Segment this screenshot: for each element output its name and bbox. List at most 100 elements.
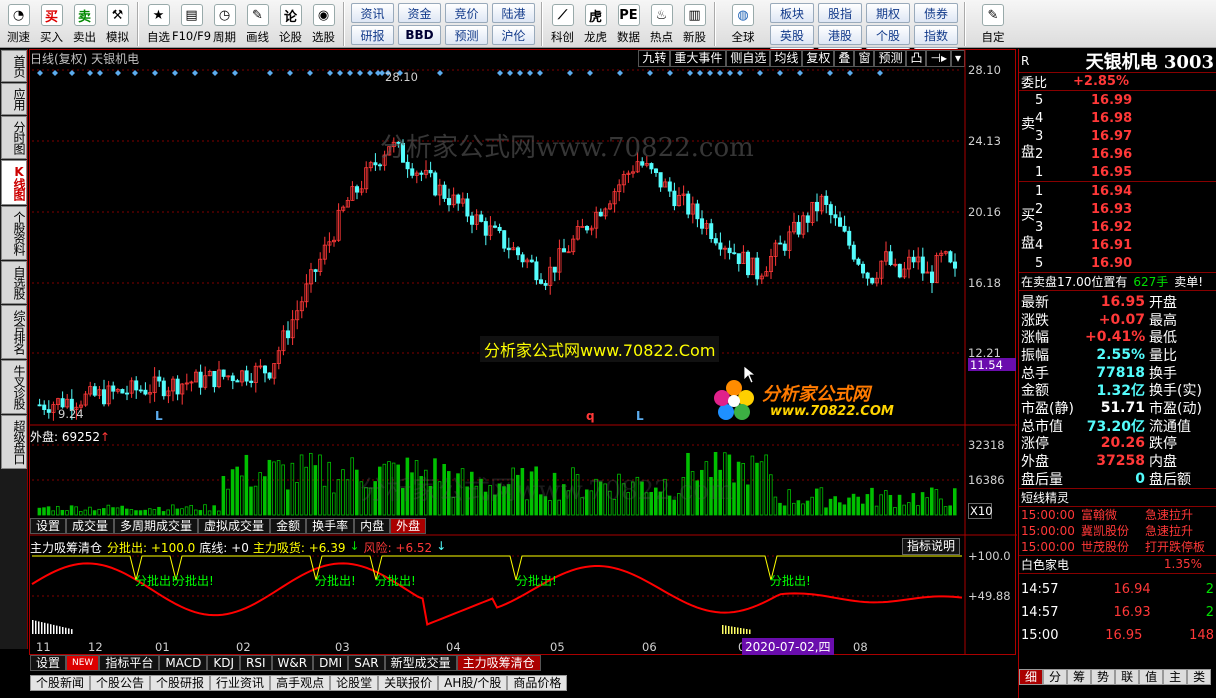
left-tab-7[interactable]: 牛叉诊股 [1, 360, 27, 414]
volume-tab-2[interactable]: 多周期成交量 [114, 518, 199, 534]
clock-button[interactable]: ◷ 周期 [208, 2, 241, 46]
kline-header-button-6[interactable]: 窗 [854, 50, 875, 67]
indicator-tab-10[interactable]: 主力吸筹清仓 [456, 655, 541, 671]
market-button-5[interactable]: 港股 [818, 25, 862, 45]
tiger-button[interactable]: 虎龙虎 [579, 2, 612, 46]
volume-tab-5[interactable]: 换手率 [306, 518, 355, 534]
panel-tab-5[interactable]: 值 [1139, 669, 1164, 685]
market-button-7[interactable]: 指数 [914, 25, 958, 45]
panel-tab-6[interactable]: 主 [1163, 669, 1188, 685]
indicator-tab-9[interactable]: 新型成交量 [384, 655, 457, 671]
kline-header-button-9[interactable]: ⊣▸ [926, 50, 951, 67]
indicator-tab-7[interactable]: DMI [313, 655, 349, 671]
kline-header-button-10[interactable]: ▾ [950, 50, 965, 67]
view-tools: ★ 自选 ▤ F10/F9 ◷ 周期 ✎ 画线论论股 ◉ 选股 [142, 2, 340, 46]
indicator-tab-5[interactable]: RSI [240, 655, 272, 671]
custom-button[interactable]: ✎ 自定 [969, 2, 1017, 46]
left-tab-0[interactable]: 首页 [1, 50, 27, 82]
volume-tab-0[interactable]: 设置 [30, 518, 67, 534]
news-tab-3[interactable]: 行业资讯 [210, 675, 271, 691]
news-tab-7[interactable]: AH股/个股 [438, 675, 508, 691]
indicator-tab-2[interactable]: 指标平台 [99, 655, 160, 671]
left-tab-8[interactable]: 超级盘口 [1, 415, 27, 469]
kline-header-button-1[interactable]: 重大事件 [670, 50, 727, 67]
indicator-help-button[interactable]: 指标说明 [902, 538, 961, 555]
volume-tab-7[interactable]: 外盘 [390, 518, 427, 534]
info-button-6[interactable]: 预测 [445, 25, 488, 45]
news-tab-0[interactable]: 个股新闻 [30, 675, 91, 691]
panel-tab-0[interactable]: 细 [1019, 669, 1044, 685]
news-tab-1[interactable]: 个股公告 [90, 675, 151, 691]
indicator-tab-8[interactable]: SAR [348, 655, 385, 671]
info-button-1[interactable]: 资金 [398, 3, 441, 23]
info-button-0[interactable]: 资讯 [351, 3, 394, 23]
panel-tab-7[interactable]: 类 [1187, 669, 1212, 685]
market-button-2[interactable]: 期权 [866, 3, 910, 23]
newstock-button[interactable]: ▥ 新股 [678, 2, 711, 46]
speed-button[interactable]: ◔ 测速 [2, 2, 35, 46]
panel-tab-4[interactable]: 联 [1115, 669, 1140, 685]
sell-button[interactable]: 卖卖出 [68, 2, 101, 46]
info-button-2[interactable]: 竞价 [445, 3, 488, 23]
left-tab-1[interactable]: 应用 [1, 83, 27, 115]
kline-header-button-2[interactable]: 侧自选 [726, 50, 771, 67]
indicator-tab-3[interactable]: MACD [159, 655, 208, 671]
indicator-tab-6[interactable]: W&R [271, 655, 314, 671]
short-row[interactable]: 15:00:00 富翰微 急速拉升 [1019, 507, 1216, 523]
pencil-button[interactable]: ✎ 画线 [241, 2, 274, 46]
buy-button[interactable]: 买买入 [35, 2, 68, 46]
market-button-4[interactable]: 英股 [770, 25, 814, 45]
discuss-button[interactable]: 论论股 [274, 2, 307, 46]
info-button-7[interactable]: 沪伦 [492, 25, 535, 45]
kline-header-button-4[interactable]: 复权 [802, 50, 835, 67]
chart-button[interactable]: ⟋ 科创 [546, 2, 579, 46]
kline-header: 日线(复权) 天银机电 九转 重大事件 侧自选 均线 复权叠窗预测凸 ⊣▸ ▾ [30, 50, 965, 67]
news-tab-6[interactable]: 关联报价 [378, 675, 439, 691]
fire-button[interactable]: ♨ 热点 [645, 2, 678, 46]
global-button[interactable]: ◍ 全球 [719, 2, 767, 46]
left-tab-3[interactable]: K线图 [1, 160, 27, 205]
star-button[interactable]: ★ 自选 [142, 2, 175, 46]
hammer-button[interactable]: ⚒ 模拟 [101, 2, 134, 46]
left-tab-5[interactable]: 自选股 [1, 261, 27, 304]
left-tab-4[interactable]: 个股资料 [1, 206, 27, 260]
buy-price: 16.94 [1091, 183, 1133, 199]
volume-tab-3[interactable]: 虚拟成交量 [198, 518, 271, 534]
short-row[interactable]: 15:00:00 冀凯股份 急速拉升 [1019, 523, 1216, 539]
sell-price: 16.98 [1091, 110, 1133, 126]
left-tab-6[interactable]: 综合排名 [1, 305, 27, 359]
kline-header-button-8[interactable]: 凸 [906, 50, 927, 67]
tick-row: 15:00 16.95 148 [1019, 624, 1216, 647]
info-button-4[interactable]: 研报 [351, 25, 394, 45]
kline-header-button-0[interactable]: 九转 [638, 50, 671, 67]
volume-tab-1[interactable]: 成交量 [66, 518, 115, 534]
news-tab-2[interactable]: 个股研报 [150, 675, 211, 691]
left-tab-2[interactable]: 分时图 [1, 116, 27, 159]
indicator-tab-1[interactable]: NEW [66, 655, 100, 671]
toolbar-divider [343, 2, 345, 46]
info-button-5[interactable]: BBD [398, 25, 441, 45]
market-button-0[interactable]: 板块 [770, 3, 814, 23]
news-tab-8[interactable]: 商品价格 [507, 675, 568, 691]
volume-tab-6[interactable]: 内盘 [354, 518, 391, 534]
info-button-3[interactable]: 陆港 [492, 3, 535, 23]
f10-button[interactable]: ▤ F10/F9 [172, 2, 211, 46]
panel-tab-2[interactable]: 筹 [1067, 669, 1092, 685]
short-row[interactable]: 15:00:00 世茂股份 打开跌停板 [1019, 539, 1216, 555]
market-button-3[interactable]: 债券 [914, 3, 958, 23]
select-button[interactable]: ◉ 选股 [307, 2, 340, 46]
market-button-6[interactable]: 个股 [866, 25, 910, 45]
news-tab-4[interactable]: 高手观点 [270, 675, 331, 691]
panel-tab-3[interactable]: 势 [1091, 669, 1116, 685]
news-tab-5[interactable]: 论股堂 [330, 675, 379, 691]
indicator-tab-0[interactable]: 设置 [30, 655, 67, 671]
kline-header-button-7[interactable]: 预测 [874, 50, 907, 67]
indicator-tab-4[interactable]: KDJ [207, 655, 240, 671]
volume-tab-4[interactable]: 金额 [270, 518, 307, 534]
kline-header-button-5[interactable]: 叠 [834, 50, 855, 67]
pe-button[interactable]: PE 数据 [612, 2, 645, 46]
panel-tab-1[interactable]: 分 [1043, 669, 1068, 685]
tick-time: 15:00 [1021, 627, 1059, 643]
market-button-1[interactable]: 股指 [818, 3, 862, 23]
kline-header-button-3[interactable]: 均线 [770, 50, 803, 67]
